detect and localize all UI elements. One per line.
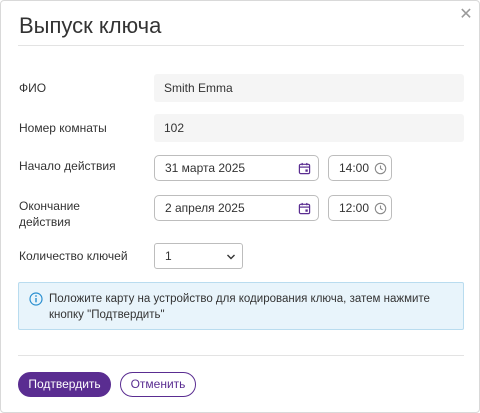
end-date-value: 2 апреля 2025 [165,201,245,215]
end-time-value: 12:00 [339,201,370,215]
end-time-input[interactable]: 12:00 [328,195,392,221]
start-label: Начало действия [19,159,116,173]
clock-icon[interactable] [374,162,387,175]
footer-divider [18,355,464,356]
keys-value: 1 [165,249,172,263]
room-label: Номер комнаты [19,121,107,135]
info-message: Положите карту на устройство для кодиров… [18,282,464,330]
name-label: ФИО [19,81,47,95]
end-label-line1: Окончание [19,199,80,213]
clock-icon[interactable] [374,202,387,215]
calendar-icon[interactable] [298,202,311,215]
start-time-input[interactable]: 14:00 [328,155,392,181]
keys-select[interactable]: 1 [154,243,243,269]
end-date-input[interactable]: 2 апреля 2025 [154,195,319,221]
close-icon[interactable]: ✕ [458,7,474,23]
keys-label: Количество ключей [19,249,128,263]
start-time-value: 14:00 [339,161,370,175]
end-label-line2: действия [19,215,71,229]
start-date-input[interactable]: 31 марта 2025 [154,155,319,181]
confirm-button[interactable]: Подтвердить [18,372,111,397]
cancel-button[interactable]: Отменить [120,372,196,397]
info-icon [29,292,43,306]
header-divider [18,45,464,46]
chevron-down-icon [227,254,235,260]
room-field: 102 [154,114,464,142]
calendar-icon[interactable] [298,162,311,175]
info-text: Положите карту на устройство для кодиров… [49,293,430,321]
name-field: Smith Emma [154,74,464,102]
dialog-title: Выпуск ключа [19,13,162,38]
key-issue-dialog: Выпуск ключа ✕ ФИО Smith Emma Номер комн… [0,0,480,413]
start-date-value: 31 марта 2025 [165,161,246,175]
